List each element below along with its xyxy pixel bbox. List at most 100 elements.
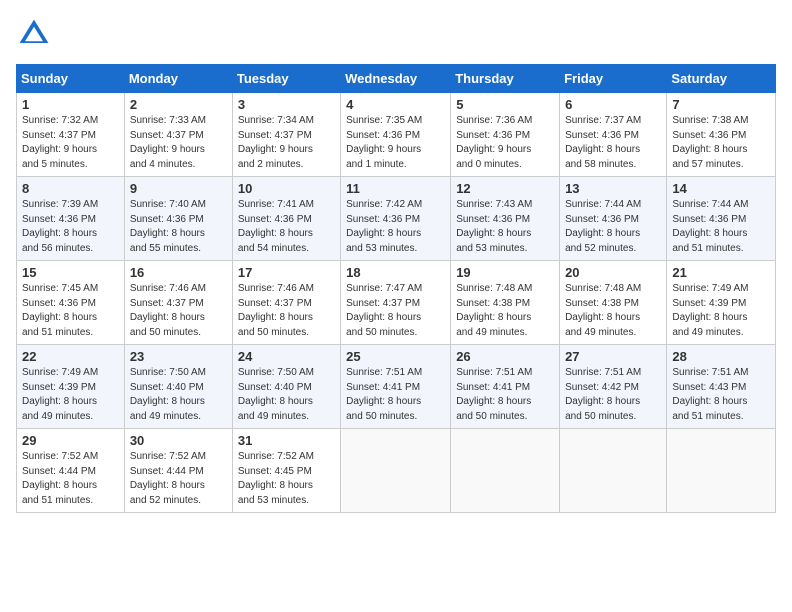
calendar-cell	[667, 429, 776, 513]
day-number: 15	[22, 265, 119, 280]
day-info: Sunrise: 7:39 AM Sunset: 4:36 PM Dayligh…	[22, 198, 119, 256]
day-info: Sunrise: 7:44 AM Sunset: 4:36 PM Dayligh…	[672, 198, 770, 256]
calendar-cell: 16 Sunrise: 7:46 AM Sunset: 4:37 PM Dayli…	[124, 261, 232, 345]
day-number: 14	[672, 181, 770, 196]
day-number: 3	[238, 97, 335, 112]
calendar-cell: 6 Sunrise: 7:37 AM Sunset: 4:36 PM Daylig…	[560, 93, 667, 177]
day-number: 23	[130, 349, 227, 364]
calendar-cell: 18 Sunrise: 7:47 AM Sunset: 4:37 PM Dayli…	[341, 261, 451, 345]
calendar-cell: 13 Sunrise: 7:44 AM Sunset: 4:36 PM Dayli…	[560, 177, 667, 261]
day-info: Sunrise: 7:40 AM Sunset: 4:36 PM Dayligh…	[130, 198, 227, 256]
calendar-cell	[341, 429, 451, 513]
day-number: 27	[565, 349, 661, 364]
day-info: Sunrise: 7:46 AM Sunset: 4:37 PM Dayligh…	[130, 282, 227, 340]
calendar-week-1: 1 Sunrise: 7:32 AM Sunset: 4:37 PM Daylig…	[17, 93, 776, 177]
day-info: Sunrise: 7:51 AM Sunset: 4:41 PM Dayligh…	[456, 366, 554, 424]
day-info: Sunrise: 7:48 AM Sunset: 4:38 PM Dayligh…	[456, 282, 554, 340]
day-number: 5	[456, 97, 554, 112]
calendar-cell: 27 Sunrise: 7:51 AM Sunset: 4:42 PM Dayli…	[560, 345, 667, 429]
day-info: Sunrise: 7:52 AM Sunset: 4:44 PM Dayligh…	[130, 450, 227, 508]
calendar-cell: 5 Sunrise: 7:36 AM Sunset: 4:36 PM Daylig…	[451, 93, 560, 177]
calendar-cell: 28Sunrise: 7:51 AM Sunset: 4:43 PM Dayli…	[667, 345, 776, 429]
calendar-cell: 14 Sunrise: 7:44 AM Sunset: 4:36 PM Dayli…	[667, 177, 776, 261]
calendar-cell: 25Sunrise: 7:51 AM Sunset: 4:41 PM Dayli…	[341, 345, 451, 429]
day-info: Sunrise: 7:34 AM Sunset: 4:37 PM Dayligh…	[238, 114, 335, 172]
calendar-week-3: 15 Sunrise: 7:45 AM Sunset: 4:36 PM Dayli…	[17, 261, 776, 345]
day-info: Sunrise: 7:42 AM Sunset: 4:36 PM Dayligh…	[346, 198, 445, 256]
day-number: 10	[238, 181, 335, 196]
day-info: Sunrise: 7:52 AM Sunset: 4:45 PM Dayligh…	[238, 450, 335, 508]
logo-icon	[16, 16, 52, 52]
day-info: Sunrise: 7:36 AM Sunset: 4:36 PM Dayligh…	[456, 114, 554, 172]
day-info: Sunrise: 7:48 AM Sunset: 4:38 PM Dayligh…	[565, 282, 661, 340]
day-info: Sunrise: 7:49 AM Sunset: 4:39 PM Dayligh…	[672, 282, 770, 340]
calendar-cell	[451, 429, 560, 513]
day-number: 8	[22, 181, 119, 196]
calendar-cell: 20Sunrise: 7:48 AM Sunset: 4:38 PM Dayli…	[560, 261, 667, 345]
day-number: 1	[22, 97, 119, 112]
calendar-week-4: 22Sunrise: 7:49 AM Sunset: 4:39 PM Dayli…	[17, 345, 776, 429]
calendar-cell	[560, 429, 667, 513]
day-number: 16	[130, 265, 227, 280]
calendar-cell: 26 Sunrise: 7:51 AM Sunset: 4:41 PM Dayli…	[451, 345, 560, 429]
column-header-wednesday: Wednesday	[341, 65, 451, 93]
day-info: Sunrise: 7:37 AM Sunset: 4:36 PM Dayligh…	[565, 114, 661, 172]
calendar-cell: 15 Sunrise: 7:45 AM Sunset: 4:36 PM Dayli…	[17, 261, 125, 345]
calendar-cell: 3 Sunrise: 7:34 AM Sunset: 4:37 PM Daylig…	[232, 93, 340, 177]
day-number: 24	[238, 349, 335, 364]
calendar-cell: 8 Sunrise: 7:39 AM Sunset: 4:36 PM Daylig…	[17, 177, 125, 261]
calendar-cell: 10 Sunrise: 7:41 AM Sunset: 4:36 PM Dayli…	[232, 177, 340, 261]
day-number: 7	[672, 97, 770, 112]
day-info: Sunrise: 7:32 AM Sunset: 4:37 PM Dayligh…	[22, 114, 119, 172]
page-header	[16, 16, 776, 52]
day-number: 22	[22, 349, 119, 364]
calendar-cell: 1 Sunrise: 7:32 AM Sunset: 4:37 PM Daylig…	[17, 93, 125, 177]
day-info: Sunrise: 7:41 AM Sunset: 4:36 PM Dayligh…	[238, 198, 335, 256]
calendar-header-row: SundayMondayTuesdayWednesdayThursdayFrid…	[17, 65, 776, 93]
calendar-cell: 23 Sunrise: 7:50 AM Sunset: 4:40 PM Dayli…	[124, 345, 232, 429]
calendar-cell: 9Sunrise: 7:40 AM Sunset: 4:36 PM Daylig…	[124, 177, 232, 261]
calendar-week-2: 8 Sunrise: 7:39 AM Sunset: 4:36 PM Daylig…	[17, 177, 776, 261]
day-number: 17	[238, 265, 335, 280]
day-info: Sunrise: 7:47 AM Sunset: 4:37 PM Dayligh…	[346, 282, 445, 340]
day-number: 29	[22, 433, 119, 448]
day-info: Sunrise: 7:51 AM Sunset: 4:41 PM Dayligh…	[346, 366, 445, 424]
calendar-cell: 30 Sunrise: 7:52 AM Sunset: 4:44 PM Dayli…	[124, 429, 232, 513]
day-info: Sunrise: 7:52 AM Sunset: 4:44 PM Dayligh…	[22, 450, 119, 508]
day-info: Sunrise: 7:51 AM Sunset: 4:42 PM Dayligh…	[565, 366, 661, 424]
day-number: 11	[346, 181, 445, 196]
day-info: Sunrise: 7:35 AM Sunset: 4:36 PM Dayligh…	[346, 114, 445, 172]
day-number: 31	[238, 433, 335, 448]
column-header-friday: Friday	[560, 65, 667, 93]
day-number: 26	[456, 349, 554, 364]
logo	[16, 16, 56, 52]
day-info: Sunrise: 7:43 AM Sunset: 4:36 PM Dayligh…	[456, 198, 554, 256]
day-info: Sunrise: 7:51 AM Sunset: 4:43 PM Dayligh…	[672, 366, 770, 424]
day-info: Sunrise: 7:44 AM Sunset: 4:36 PM Dayligh…	[565, 198, 661, 256]
day-number: 18	[346, 265, 445, 280]
day-info: Sunrise: 7:38 AM Sunset: 4:36 PM Dayligh…	[672, 114, 770, 172]
day-info: Sunrise: 7:46 AM Sunset: 4:37 PM Dayligh…	[238, 282, 335, 340]
calendar-cell: 17 Sunrise: 7:46 AM Sunset: 4:37 PM Dayli…	[232, 261, 340, 345]
calendar-week-5: 29 Sunrise: 7:52 AM Sunset: 4:44 PM Dayli…	[17, 429, 776, 513]
day-number: 6	[565, 97, 661, 112]
calendar-cell: 21 Sunrise: 7:49 AM Sunset: 4:39 PM Dayli…	[667, 261, 776, 345]
calendar-cell: 19 Sunrise: 7:48 AM Sunset: 4:38 PM Dayli…	[451, 261, 560, 345]
calendar-cell: 22Sunrise: 7:49 AM Sunset: 4:39 PM Dayli…	[17, 345, 125, 429]
calendar-cell: 11 Sunrise: 7:42 AM Sunset: 4:36 PM Dayli…	[341, 177, 451, 261]
calendar-table: SundayMondayTuesdayWednesdayThursdayFrid…	[16, 64, 776, 513]
column-header-saturday: Saturday	[667, 65, 776, 93]
day-number: 12	[456, 181, 554, 196]
calendar-cell: 24 Sunrise: 7:50 AM Sunset: 4:40 PM Dayli…	[232, 345, 340, 429]
day-info: Sunrise: 7:45 AM Sunset: 4:36 PM Dayligh…	[22, 282, 119, 340]
day-number: 13	[565, 181, 661, 196]
day-number: 2	[130, 97, 227, 112]
day-number: 21	[672, 265, 770, 280]
column-header-monday: Monday	[124, 65, 232, 93]
calendar-cell: 31 Sunrise: 7:52 AM Sunset: 4:45 PM Dayli…	[232, 429, 340, 513]
day-info: Sunrise: 7:50 AM Sunset: 4:40 PM Dayligh…	[238, 366, 335, 424]
day-number: 30	[130, 433, 227, 448]
day-number: 19	[456, 265, 554, 280]
day-info: Sunrise: 7:50 AM Sunset: 4:40 PM Dayligh…	[130, 366, 227, 424]
column-header-sunday: Sunday	[17, 65, 125, 93]
